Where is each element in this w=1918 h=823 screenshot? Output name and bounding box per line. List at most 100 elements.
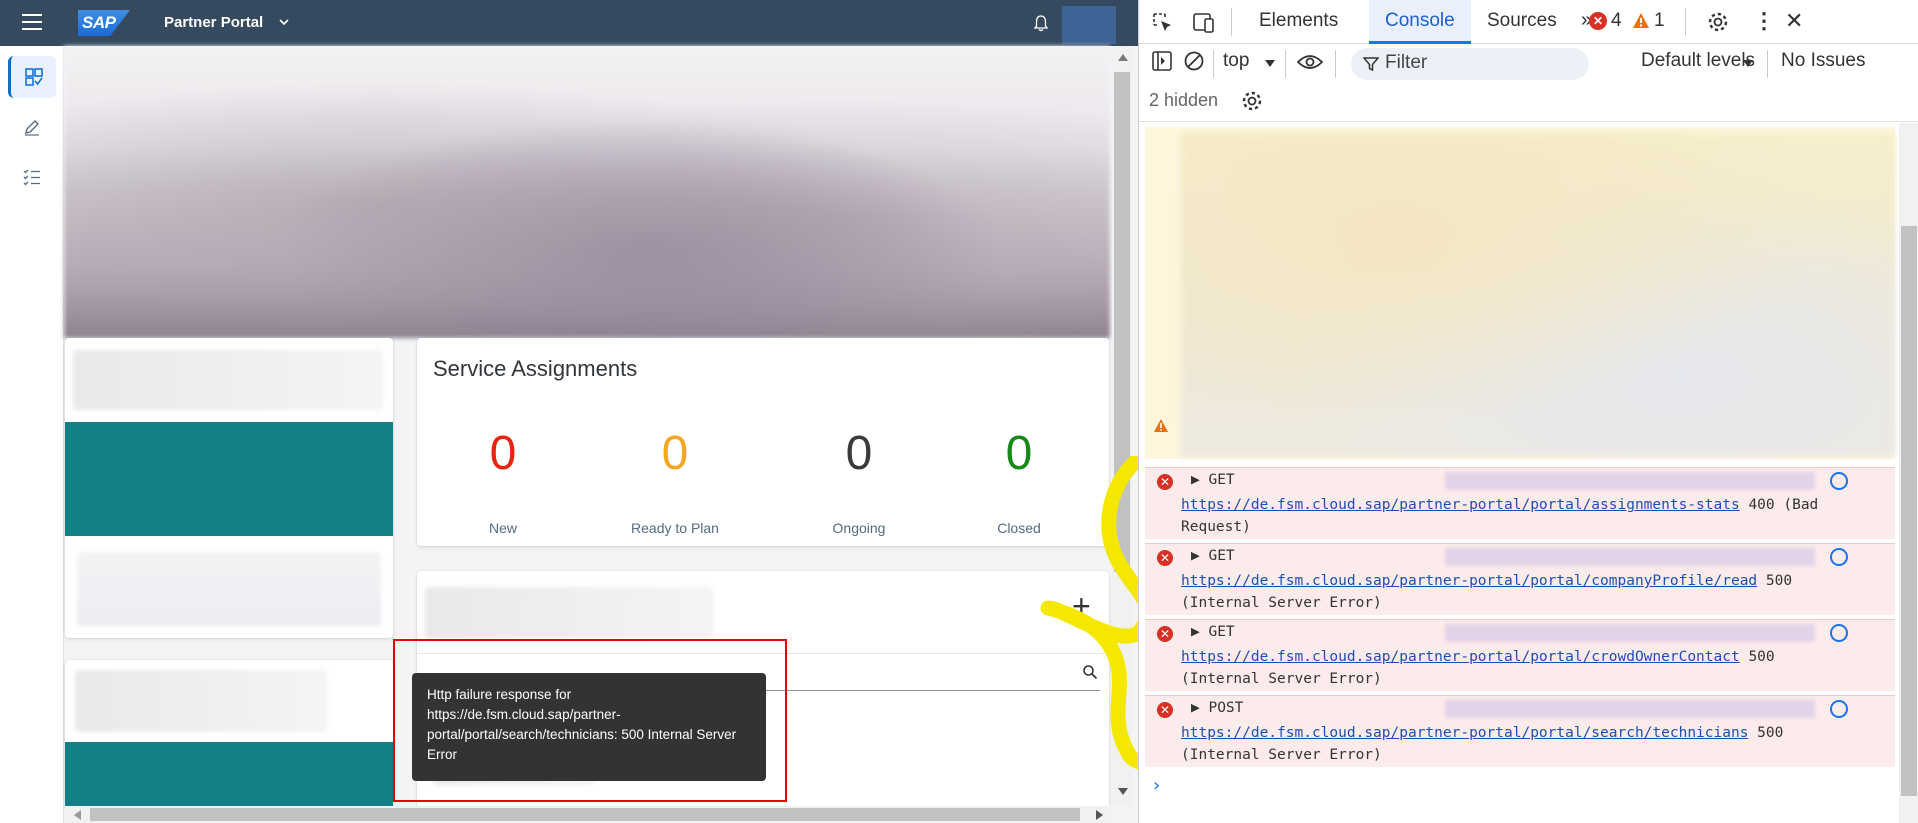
method-label: GET — [1208, 472, 1235, 488]
gear-icon[interactable] — [1707, 11, 1729, 33]
app-title[interactable]: Partner Portal — [164, 14, 263, 31]
filter-icon — [1363, 57, 1379, 72]
teal-banner — [65, 422, 393, 536]
error-icon[interactable]: ✕ — [1589, 12, 1607, 30]
status-text-cont: (Internal Server Error) — [1181, 595, 1382, 611]
nav-dashboard-icon[interactable] — [8, 56, 56, 98]
status-text-cont: Request) — [1181, 519, 1251, 535]
network-request-icon[interactable] — [1830, 624, 1848, 642]
hero-banner-image — [64, 46, 1110, 338]
devtools-tab-bar: Elements Console Sources » ✕ 4 1 ⋮ ✕ — [1139, 0, 1918, 44]
stat-ongoing-value[interactable]: 0 — [789, 426, 929, 481]
scrollbar-thumb[interactable] — [1901, 226, 1917, 796]
tab-elements[interactable]: Elements — [1243, 0, 1354, 44]
red-highlight-annotation — [393, 639, 787, 802]
console-settings-icon[interactable] — [1241, 90, 1263, 112]
blurred-content — [77, 552, 381, 626]
blurred-content — [75, 670, 327, 732]
console-prompt[interactable]: › — [1153, 775, 1160, 796]
status-text: 500 — [1748, 649, 1775, 665]
blurred-content — [1445, 548, 1815, 566]
method-label: POST — [1208, 700, 1244, 716]
request-method[interactable]: ▶ GET — [1191, 548, 1235, 564]
request-url-link[interactable]: https://de.fsm.cloud.sap/partner-portal/… — [1181, 725, 1748, 741]
console-toolbar: top Filter Default levels No Issues 2 hi… — [1139, 44, 1918, 122]
status-text-cont: (Internal Server Error) — [1181, 671, 1382, 687]
status-text: 500 — [1765, 573, 1793, 589]
request-url-link[interactable]: https://de.fsm.cloud.sap/partner-portal/… — [1181, 497, 1740, 513]
tab-console[interactable]: Console — [1369, 0, 1471, 44]
error-detail: https://de.fsm.cloud.sap/partner-portal/… — [1181, 646, 1881, 690]
request-method[interactable]: ▶ GET — [1191, 472, 1235, 488]
blurred-content — [1445, 472, 1815, 490]
scroll-left-icon[interactable] — [74, 810, 81, 820]
request-method[interactable]: ▶ POST — [1191, 700, 1243, 716]
avatar[interactable] — [1062, 6, 1116, 44]
error-icon: ✕ — [1157, 474, 1173, 490]
inspect-element-icon[interactable] — [1151, 11, 1175, 35]
tab-sources[interactable]: Sources — [1471, 0, 1573, 44]
scroll-up-icon[interactable] — [1118, 54, 1128, 61]
blurred-content — [1445, 700, 1815, 718]
blurred-content — [1181, 133, 1895, 457]
method-label: GET — [1208, 624, 1235, 640]
shell-bar: SAP Partner Portal — [0, 0, 1138, 46]
menu-icon[interactable] — [22, 14, 42, 32]
service-assignments-card: Service Assignments 0 New 0 Ready to Pla… — [417, 338, 1109, 546]
close-icon[interactable]: ✕ — [1785, 8, 1803, 34]
nav-edit-icon[interactable] — [8, 106, 56, 148]
devtools-panel: Elements Console Sources » ✕ 4 1 ⋮ ✕ top… — [1138, 0, 1918, 823]
console-error-row[interactable]: ✕ ▶ POST https://de.fsm.cloud.sap/partne… — [1145, 695, 1895, 767]
sidebar-toggle-icon[interactable] — [1151, 50, 1173, 72]
warning-icon[interactable] — [1632, 12, 1650, 30]
hidden-count: 2 hidden — [1149, 90, 1219, 110]
divider — [1335, 50, 1336, 78]
stat-ready-value[interactable]: 0 — [605, 426, 745, 481]
kebab-menu-icon[interactable]: ⋮ — [1753, 8, 1775, 34]
error-icon: ✕ — [1157, 702, 1173, 718]
network-request-icon[interactable] — [1830, 472, 1848, 490]
console-error-row[interactable]: ✕ ▶ GET https://de.fsm.cloud.sap/partner… — [1145, 467, 1895, 539]
issues-button[interactable]: No Issues — [1781, 50, 1865, 72]
network-request-icon[interactable] — [1830, 700, 1848, 718]
network-request-icon[interactable] — [1830, 548, 1848, 566]
error-detail: https://de.fsm.cloud.sap/partner-portal/… — [1181, 494, 1881, 538]
blurred-content — [425, 587, 713, 639]
error-icon: ✕ — [1157, 550, 1173, 566]
console-error-row[interactable]: ✕ ▶ GET https://de.fsm.cloud.sap/partner… — [1145, 543, 1895, 615]
request-method[interactable]: ▶ GET — [1191, 624, 1235, 640]
request-url-link[interactable]: https://de.fsm.cloud.sap/partner-portal/… — [1181, 573, 1757, 589]
scroll-right-icon[interactable] — [1096, 810, 1103, 820]
blurred-content — [73, 350, 383, 410]
error-count[interactable]: 4 — [1611, 10, 1622, 32]
context-select[interactable]: top — [1223, 50, 1249, 72]
error-detail: https://de.fsm.cloud.sap/partner-portal/… — [1181, 570, 1881, 614]
divider — [1685, 8, 1686, 36]
chevron-down-icon[interactable] — [1743, 60, 1753, 67]
warning-icon — [1154, 419, 1168, 432]
side-navigation — [0, 46, 64, 823]
console-error-row[interactable]: ✕ ▶ GET https://de.fsm.cloud.sap/partner… — [1145, 619, 1895, 691]
device-toolbar-icon[interactable] — [1191, 11, 1217, 35]
chevron-down-icon[interactable] — [1265, 60, 1275, 67]
nav-checklist-icon[interactable] — [8, 156, 56, 198]
method-label: GET — [1208, 548, 1235, 564]
filter-input[interactable]: Filter — [1351, 48, 1589, 80]
scrollbar-thumb[interactable] — [90, 808, 1080, 821]
chevron-down-icon[interactable] — [278, 16, 290, 28]
clear-console-icon[interactable] — [1183, 50, 1205, 72]
card-title: Service Assignments — [433, 356, 638, 381]
error-icon: ✕ — [1157, 626, 1173, 642]
divider — [1767, 50, 1768, 78]
warning-count[interactable]: 1 — [1654, 10, 1665, 32]
levels-select[interactable]: Default levels — [1641, 50, 1755, 72]
contact-card — [65, 660, 393, 806]
divider — [1231, 8, 1232, 36]
stat-new-value[interactable]: 0 — [433, 426, 573, 481]
request-url-link[interactable]: https://de.fsm.cloud.sap/partner-portal/… — [1181, 649, 1740, 665]
eye-icon[interactable] — [1297, 53, 1323, 71]
error-detail: https://de.fsm.cloud.sap/partner-portal/… — [1181, 722, 1881, 766]
scroll-down-icon[interactable] — [1118, 788, 1128, 795]
bell-icon[interactable] — [1032, 14, 1050, 32]
profile-card — [65, 338, 393, 638]
